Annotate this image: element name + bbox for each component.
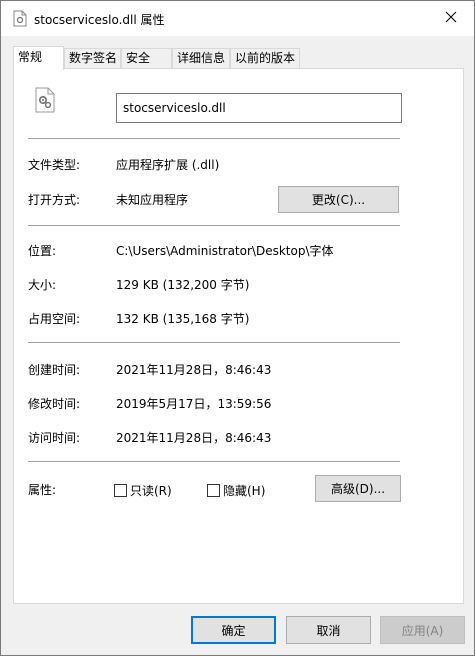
size-label: 大小:	[28, 278, 57, 292]
divider	[28, 225, 400, 226]
tab-previous-versions[interactable]: 以前的版本	[230, 48, 300, 69]
checkbox-box[interactable]	[207, 484, 220, 497]
change-button[interactable]: 更改(C)...	[278, 186, 399, 213]
tab-general[interactable]: 常规	[13, 46, 64, 70]
close-icon	[445, 11, 457, 26]
created-value: 2021年11月28日，8:46:43	[116, 363, 272, 377]
dll-file-icon	[13, 10, 27, 27]
attributes-label: 属性:	[28, 483, 57, 497]
created-label: 创建时间:	[28, 363, 81, 377]
general-panel: stocserviceslo.dll 文件类型: 应用程序扩展 (.dll) 打…	[13, 68, 464, 604]
file-type-value: 应用程序扩展 (.dll)	[116, 158, 220, 172]
hidden-label: 隐藏(H)	[223, 484, 266, 498]
tab-strip: 常规 数字签名 安全 详细信息 以前的版本	[13, 46, 463, 70]
accessed-value: 2021年11月28日，8:46:43	[116, 431, 272, 445]
apply-button[interactable]: 应用(A)	[380, 616, 465, 644]
close-button[interactable]	[428, 1, 474, 36]
open-with-label: 打开方式:	[28, 193, 81, 207]
advanced-button[interactable]: 高级(D)...	[315, 475, 401, 502]
file-type-label: 文件类型:	[28, 158, 81, 172]
open-with-value: 未知应用程序	[116, 193, 189, 207]
window-title: stocserviceslo.dll 属性	[34, 13, 165, 27]
readonly-label: 只读(R)	[130, 484, 172, 498]
divider	[28, 461, 400, 462]
accessed-label: 访问时间:	[28, 431, 81, 445]
divider	[28, 138, 400, 139]
location-label: 位置:	[28, 244, 57, 258]
size-on-disk-value: 132 KB (135,168 字节)	[116, 312, 250, 326]
tab-digital-signatures[interactable]: 数字签名	[64, 48, 121, 69]
readonly-checkbox[interactable]: 只读(R)	[114, 482, 172, 499]
hidden-checkbox[interactable]: 隐藏(H)	[207, 482, 265, 499]
modified-label: 修改时间:	[28, 397, 81, 411]
divider	[28, 342, 400, 343]
tab-security[interactable]: 安全	[121, 48, 172, 69]
properties-dialog: stocserviceslo.dll 属性 常规 数字签名 安全 详细信息 以前…	[0, 0, 475, 656]
file-name-field[interactable]: stocserviceslo.dll	[116, 93, 402, 123]
size-on-disk-label: 占用空间:	[28, 312, 81, 326]
checkbox-box[interactable]	[114, 484, 127, 497]
tab-details[interactable]: 详细信息	[172, 48, 230, 69]
ok-button[interactable]: 确定	[191, 616, 276, 644]
modified-value: 2019年5月17日，13:59:56	[116, 397, 272, 411]
location-value: C:\Users\Administrator\Desktop\字体	[116, 244, 334, 258]
cancel-button[interactable]: 取消	[286, 616, 371, 644]
dll-gear-file-icon	[34, 87, 56, 113]
size-value: 129 KB (132,200 字节)	[116, 278, 250, 292]
title-bar: stocserviceslo.dll 属性	[1, 1, 474, 36]
